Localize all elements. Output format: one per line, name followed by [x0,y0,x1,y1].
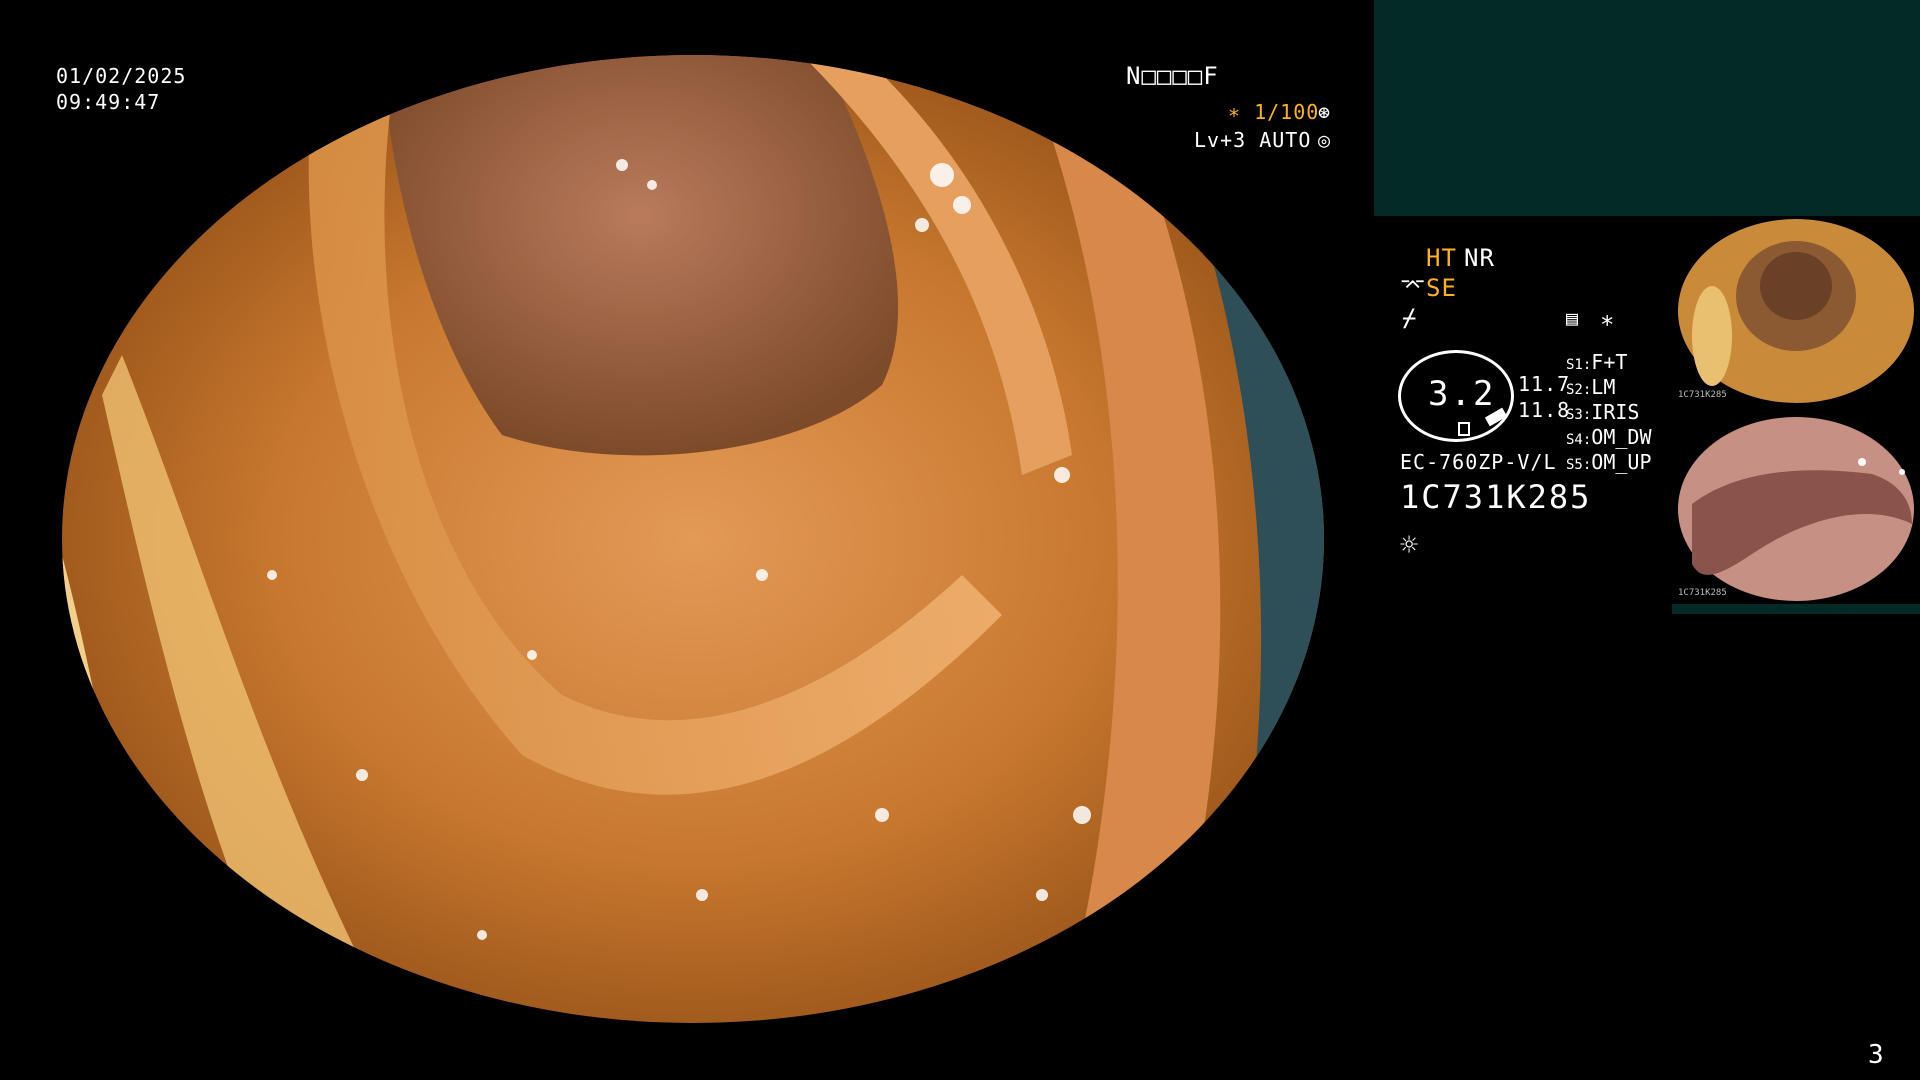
switch-item: S5:OM_UP [1566,450,1652,475]
switch-label: OM_DW [1591,425,1652,449]
light-icon: ☼ [1400,528,1419,563]
asterisk-indicator: ∗ [1600,306,1616,334]
switch-label: F+T [1591,350,1628,374]
scope-readout-1: 11.7 [1518,372,1571,396]
auto-icon: ◎ [1318,128,1332,152]
scope-value: 3.2 [1428,374,1496,414]
switch-label: OM_UP [1591,450,1652,474]
switch-item: S3:IRIS [1566,400,1652,425]
page-number: 3 [1868,1040,1884,1070]
date-label: 01/02/2025 [56,64,187,88]
switch-key: S1: [1566,357,1592,373]
info-panel-header [1374,0,1920,216]
switch-key: S4: [1566,432,1592,448]
structure-enhance-icon: ⌤ [1400,274,1427,299]
nr-indicator: NR [1464,244,1495,272]
switch-item: S2:LM [1566,375,1652,400]
switch-item: S4:OM_DW [1566,425,1652,450]
time-label: 09:49:47 [56,90,161,114]
gauge-marker-icon [1458,422,1470,436]
endoscope-main-view [62,55,1324,1023]
switch-key: S3: [1566,407,1592,423]
color-mode-icon: ⌿ [1402,304,1418,332]
scope-serial: 1C731K285 [1400,478,1592,516]
scope-readout-2: 11.8 [1518,398,1571,422]
aperture-icon: ⊛ [1318,100,1332,124]
se-indicator: SE [1426,274,1457,302]
switch-list: S1:F+T S2:LM S3:IRIS S4:OM_DW S5:OM_UP [1566,350,1652,475]
switch-label: LM [1591,375,1616,399]
brightness-level: Lv+3 AUTO [1194,128,1312,152]
record-icon: ▤ [1566,306,1580,330]
thumbnail-1-caption: 1C731K285 [1678,390,1727,400]
thumbnail-2-image [1678,417,1914,601]
switch-item: S1:F+T [1566,350,1652,375]
ht-indicator: HT [1426,244,1457,272]
switch-label: IRIS [1591,400,1640,424]
thumbnail-2-caption: 1C731K285 [1678,588,1727,598]
colon-lumen-image [62,55,1324,1023]
patient-code: N□□□□F [1126,62,1219,90]
switch-key: S2: [1566,382,1592,398]
shutter-speed: ∗ 1/100 [1228,100,1320,124]
thumbnail-1[interactable]: 1C731K285 [1672,216,1920,406]
switch-key: S5: [1566,457,1592,473]
thumbnail-strip-bar [1672,604,1920,614]
thumbnail-2[interactable]: 1C731K285 [1672,414,1920,604]
thumbnail-1-image [1678,219,1914,403]
scope-model: EC-760ZP-V/L [1400,450,1557,474]
